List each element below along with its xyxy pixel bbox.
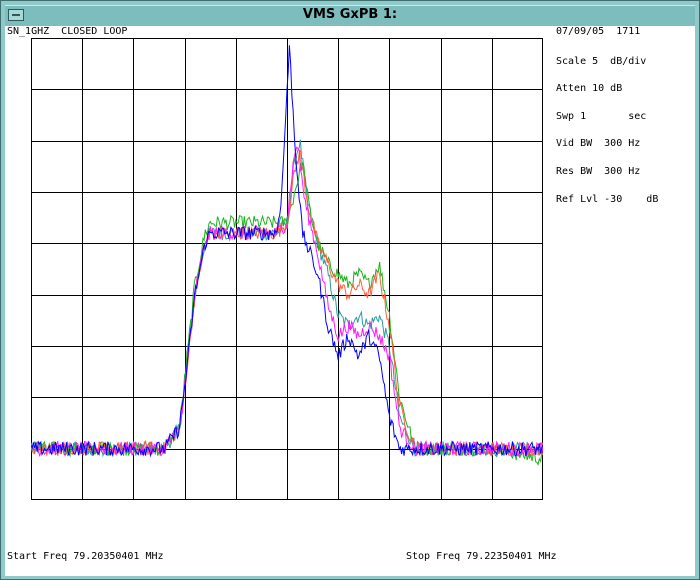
- sweep-setting: Swp 1 sec: [556, 111, 647, 122]
- ref-level-setting: Ref Lvl -30 dB: [556, 194, 659, 205]
- title-bar[interactable]: VMS GxPB 1:: [5, 5, 695, 27]
- spectrum-plot: [31, 38, 543, 500]
- vid-bw-setting: Vid BW 300 Hz: [556, 138, 641, 149]
- trace-label: SN_1GHZ CLOSED LOOP: [7, 26, 128, 37]
- date-time: 07/09/05 1711: [556, 26, 641, 37]
- scale-setting: Scale 5 dB/div: [556, 56, 647, 67]
- res-bw-setting: Res BW 300 Hz: [556, 166, 641, 177]
- window-title: VMS GxPB 1:: [302, 7, 398, 22]
- plot-grid: [31, 38, 543, 500]
- analyzer-display: SN_1GHZ CLOSED LOOP 07/09/05 1711 Scale …: [5, 26, 695, 576]
- start-frequency: Start Freq 79.20350401 MHz: [7, 551, 164, 562]
- app-window: VMS GxPB 1: SN_1GHZ CLOSED LOOP 07/09/05…: [0, 0, 700, 580]
- atten-setting: Atten 10 dB: [556, 83, 623, 94]
- stop-frequency: Stop Freq 79.22350401 MHz: [406, 551, 557, 562]
